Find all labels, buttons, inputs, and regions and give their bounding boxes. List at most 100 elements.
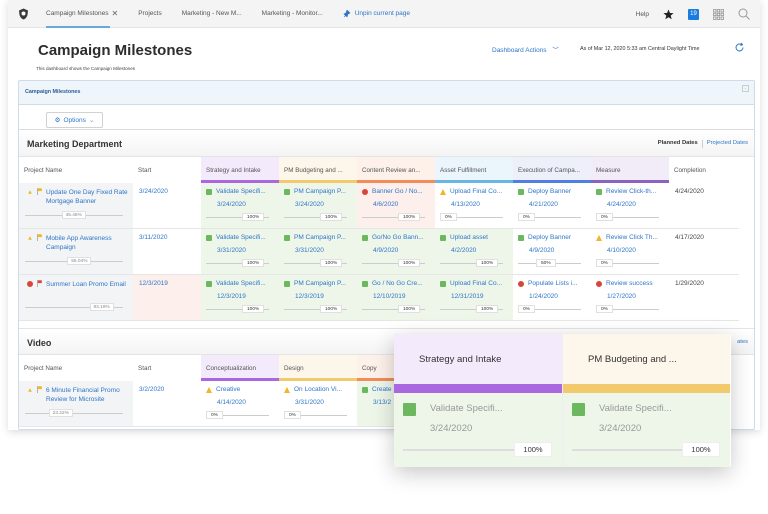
milestone-date: 4/14/2020 bbox=[217, 399, 246, 406]
milestone-task-name[interactable]: Upload asset bbox=[450, 234, 488, 241]
tab-marketing-new[interactable]: Marketing - New M... bbox=[182, 0, 242, 28]
project-name-link[interactable]: Update One Day Fixed Rate Mortgage Banne… bbox=[46, 188, 129, 206]
milestone-cell[interactable]: Banner Go / No... 4/6/2020 100% bbox=[357, 183, 435, 229]
milestone-cell[interactable]: Validate Specifi... 12/3/2019 100% bbox=[201, 274, 279, 321]
milestone-task-name[interactable]: Deploy Banner bbox=[528, 234, 571, 241]
search-icon[interactable] bbox=[738, 8, 750, 20]
column-header[interactable]: Measure bbox=[591, 157, 669, 183]
column-header[interactable]: Execution of Campa... bbox=[513, 157, 591, 183]
milestone-cell[interactable]: PM Campaign P... 3/24/2020 100% bbox=[279, 183, 357, 229]
options-button[interactable]: ⚙ Options ⌄ bbox=[46, 112, 103, 128]
notification-badge[interactable]: 19 bbox=[688, 8, 699, 20]
milestone-task-name[interactable]: Creative bbox=[216, 386, 240, 393]
flag-icon bbox=[37, 280, 42, 287]
milestone-cell[interactable]: Review Click-th... 4/24/2020 0% bbox=[591, 183, 669, 229]
milestone-cell[interactable]: Upload Final Co... 12/31/2019 100% bbox=[435, 274, 513, 321]
column-header[interactable]: Asset Fulfillment bbox=[435, 157, 513, 183]
column-header[interactable]: Start bbox=[133, 355, 201, 381]
milestone-task-name[interactable]: Upload Final Co... bbox=[450, 280, 502, 287]
column-header[interactable]: Project Name bbox=[19, 355, 133, 381]
milestone-cell[interactable]: Upload Final Co... 4/13/2020 0% bbox=[435, 183, 513, 229]
milestone-task-name[interactable]: Upload Final Co... bbox=[450, 188, 502, 195]
milestone-cell[interactable]: PM Campaign P... 3/31/2020 100% bbox=[279, 228, 357, 275]
help-link[interactable]: Help bbox=[636, 11, 649, 18]
milestone-task-name[interactable]: Review Click-th... bbox=[606, 188, 656, 195]
milestone-task-name[interactable]: Deploy Banner bbox=[528, 188, 571, 195]
milestone-task-name[interactable]: On Location Vi... bbox=[294, 386, 342, 393]
tab-campaign-milestones[interactable]: Campaign Milestones ✕ bbox=[46, 0, 118, 28]
milestone-task-name[interactable]: Validate Specifi... bbox=[216, 234, 266, 241]
milestone-cell[interactable]: On Location Vi... 3/31/2020 0% bbox=[279, 381, 357, 427]
tab-marketing-monitor[interactable]: Marketing - Monitor... bbox=[262, 0, 323, 28]
milestone-date: 12/31/2019 bbox=[451, 293, 484, 300]
projected-dates-toggle[interactable]: Projected Dates bbox=[707, 140, 748, 148]
milestone-cell[interactable]: Validate Specifi... 3/24/2020 100% bbox=[201, 183, 279, 229]
warning-status-icon bbox=[28, 388, 32, 392]
column-header[interactable]: Design bbox=[279, 355, 357, 381]
column-header[interactable]: Content Review an... bbox=[357, 157, 435, 183]
milestone-date: 4/24/2020 bbox=[607, 201, 636, 208]
column-header[interactable]: Completion bbox=[669, 157, 739, 183]
date-toggle: Planned Dates Projected Dates bbox=[658, 140, 748, 148]
column-header[interactable]: Start bbox=[133, 157, 201, 183]
table-row: Mobile App Awareness Campaign 55.04% 3/11/… bbox=[19, 228, 739, 275]
warning-status-icon bbox=[206, 387, 212, 393]
column-header[interactable]: Conceptualization bbox=[201, 355, 279, 381]
zoomed-phase-column: Strategy and Intake Validate Specifi... 3/… bbox=[394, 334, 562, 467]
milestone-task-name[interactable]: Validate Specifi... bbox=[216, 188, 266, 195]
milestone-task-name[interactable]: Create bbox=[372, 386, 392, 393]
milestone-cell[interactable]: Deploy Banner 4/21/2020 0% bbox=[513, 183, 591, 229]
milestone-cell[interactable]: Validate Specifi... 3/31/2020 100% bbox=[201, 228, 279, 275]
tab-projects[interactable]: Projects bbox=[138, 0, 161, 28]
milestone-task: Banner Go / No... bbox=[362, 188, 431, 195]
panel-collapse-icon[interactable]: ▫ bbox=[742, 85, 749, 92]
project-name-link[interactable]: Mobile App Awareness Campaign bbox=[46, 234, 129, 252]
project-name-cell: Summer Loan Promo Email 93.18% bbox=[19, 274, 133, 321]
column-header[interactable]: Strategy and Intake bbox=[201, 157, 279, 183]
milestone-cell[interactable]: Go / No Go Cre... 12/10/2019 100% bbox=[357, 274, 435, 321]
milestone-date: 4/9/2020 bbox=[529, 247, 555, 254]
milestone-progress-label: 0% bbox=[206, 411, 223, 419]
milestone-task: On Location Vi... bbox=[284, 386, 353, 393]
milestone-progress-label: 100% bbox=[476, 259, 499, 267]
page-title: Campaign Milestones bbox=[38, 42, 193, 59]
milestone-task-name[interactable]: PM Campaign P... bbox=[294, 234, 346, 241]
milestone-task-name[interactable]: Go / No Go Cre... bbox=[372, 280, 423, 287]
dashboard-actions-label: Dashboard Actions bbox=[492, 47, 547, 54]
milestone-task-name[interactable]: Review Click Th... bbox=[606, 234, 658, 241]
unpin-page-link[interactable]: Unpin current page bbox=[343, 9, 410, 18]
milestone-task-name[interactable]: PM Campaign P... bbox=[294, 188, 346, 195]
milestone-date: 4/10/2020 bbox=[607, 247, 636, 254]
milestone-cell[interactable]: Review Click Th... 4/10/2020 0% bbox=[591, 228, 669, 275]
pin-icon bbox=[343, 9, 351, 18]
dashboard-actions-dropdown[interactable]: Dashboard Actions ﹀ bbox=[492, 44, 559, 54]
milestone-task-name[interactable]: Banner Go / No... bbox=[372, 188, 423, 195]
column-header[interactable]: PM Budgeting and ... bbox=[279, 157, 357, 183]
logo-icon[interactable] bbox=[16, 7, 30, 21]
apps-grid-icon[interactable] bbox=[713, 8, 724, 20]
projected-dates-toggle[interactable]: ates bbox=[737, 339, 748, 345]
project-name-link[interactable]: Summer Loan Promo Email bbox=[46, 280, 126, 289]
milestone-cell[interactable]: Creative 4/14/2020 0% bbox=[201, 381, 279, 427]
column-header[interactable]: Project Name bbox=[19, 157, 133, 183]
planned-dates-toggle[interactable]: Planned Dates bbox=[658, 140, 698, 148]
milestone-progress-label: 100% bbox=[242, 213, 265, 221]
milestone-progress-label: 0% bbox=[518, 213, 535, 221]
milestone-task-name[interactable]: Validate Specifi... bbox=[216, 280, 266, 287]
milestone-task-name[interactable]: Review success bbox=[606, 280, 653, 287]
milestone-task-name[interactable]: PM Campaign P... bbox=[294, 280, 346, 287]
milestone-task-name[interactable]: Populate Lists i... bbox=[528, 280, 578, 287]
complete-status-icon bbox=[284, 189, 290, 195]
star-icon[interactable] bbox=[663, 9, 674, 20]
milestone-cell[interactable]: Go/No Go Bann... 4/9/2020 100% bbox=[357, 228, 435, 275]
milestone-cell[interactable]: Upload asset 4/2/2020 100% bbox=[435, 228, 513, 275]
milestone-cell[interactable]: Review success 1/27/2020 0% bbox=[591, 274, 669, 321]
milestone-task-name[interactable]: Go/No Go Bann... bbox=[372, 234, 424, 241]
milestone-cell[interactable]: PM Campaign P... 12/3/2019 100% bbox=[279, 274, 357, 321]
milestone-cell[interactable]: Deploy Banner 4/9/2020 50% bbox=[513, 228, 591, 275]
close-tab-icon[interactable]: ✕ bbox=[112, 9, 119, 18]
milestone-progress-label: 100% bbox=[242, 259, 265, 267]
project-name-link[interactable]: 6 Minute Financial Promo Review for Micr… bbox=[46, 386, 129, 404]
refresh-icon[interactable] bbox=[734, 42, 745, 53]
milestone-cell[interactable]: Populate Lists i... 1/24/2020 0% bbox=[513, 274, 591, 321]
